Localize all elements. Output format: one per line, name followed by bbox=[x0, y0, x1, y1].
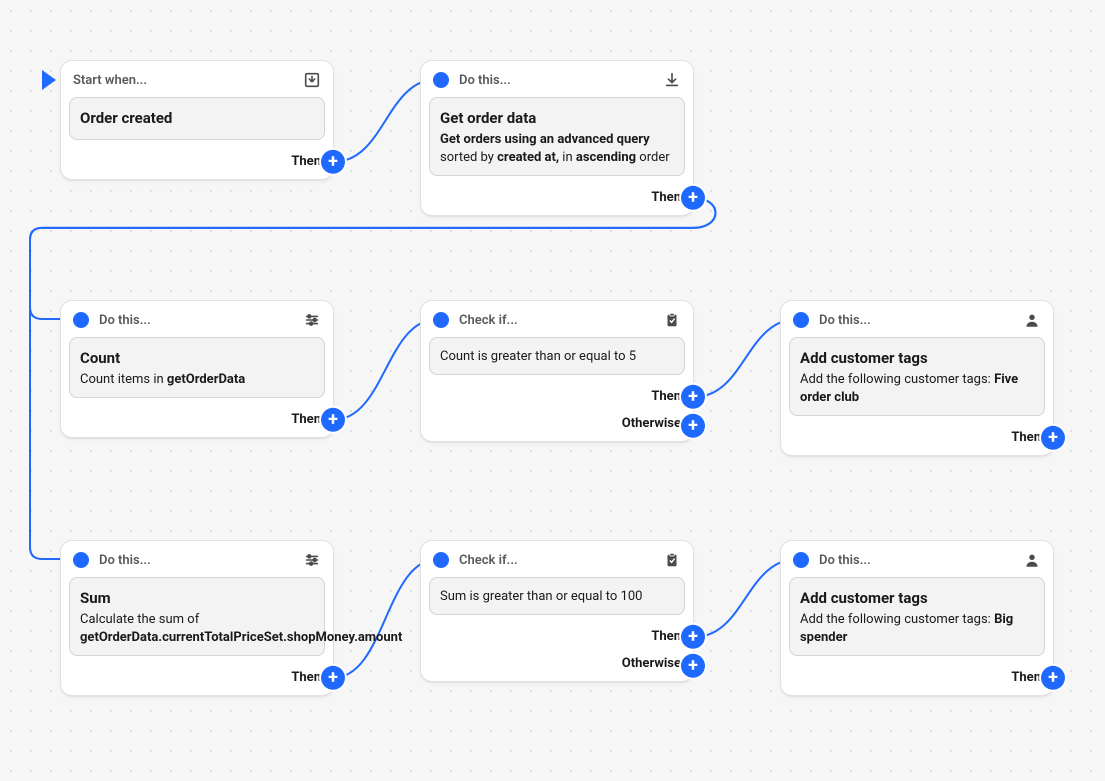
node-header: Do this... bbox=[61, 301, 333, 337]
add-step-button[interactable]: + bbox=[681, 625, 705, 649]
input-port bbox=[793, 312, 809, 328]
node-header-label: Check if... bbox=[459, 313, 653, 328]
node-header-label: Check if... bbox=[459, 553, 653, 568]
add-step-button[interactable]: + bbox=[681, 186, 705, 210]
sliders-icon bbox=[303, 551, 321, 569]
node-description: Count items in getOrderData bbox=[80, 371, 314, 389]
node-title: Get order data bbox=[440, 108, 674, 129]
input-port bbox=[433, 552, 449, 568]
node-description: Get orders using an advanced query sorte… bbox=[440, 131, 674, 167]
add-step-button[interactable]: + bbox=[681, 654, 705, 678]
flow-node-n5[interactable]: Do this... Add customer tagsAdd the follo… bbox=[780, 300, 1054, 456]
node-title: Order created bbox=[80, 108, 314, 129]
output-then: Then+ bbox=[421, 184, 693, 215]
sliders-icon bbox=[303, 311, 321, 329]
input-port bbox=[73, 552, 89, 568]
add-step-button[interactable]: + bbox=[321, 408, 345, 432]
node-body: Get order dataGet orders using an advanc… bbox=[429, 97, 685, 176]
node-header: Do this... bbox=[421, 61, 693, 97]
flow-node-n1[interactable]: Start when... Order created Then+ bbox=[60, 60, 334, 180]
add-step-button[interactable]: + bbox=[681, 385, 705, 409]
node-title: Count bbox=[80, 348, 314, 369]
input-port bbox=[433, 312, 449, 328]
node-header-label: Start when... bbox=[73, 73, 293, 88]
output-then: Then+ bbox=[421, 383, 693, 414]
input-port bbox=[73, 312, 89, 328]
node-title: Add customer tags bbox=[800, 588, 1034, 609]
import-icon bbox=[303, 71, 321, 89]
node-body: Sum is greater than or equal to 100 bbox=[429, 577, 685, 615]
play-icon bbox=[42, 70, 56, 90]
node-body: SumCalculate the sum of getOrderData.cur… bbox=[69, 577, 325, 656]
flow-node-n7[interactable]: Check if... Sum is greater than or equal … bbox=[420, 540, 694, 682]
add-step-button[interactable]: + bbox=[681, 414, 705, 438]
person-icon bbox=[1023, 311, 1041, 329]
node-description: Calculate the sum of getOrderData.curren… bbox=[80, 611, 314, 647]
node-text: Sum is greater than or equal to 100 bbox=[440, 588, 674, 606]
flow-node-n8[interactable]: Do this... Add customer tagsAdd the follo… bbox=[780, 540, 1054, 696]
node-header-label: Do this... bbox=[99, 553, 293, 568]
clipboard-icon bbox=[663, 311, 681, 329]
node-header: Do this... bbox=[781, 301, 1053, 337]
flow-node-n4[interactable]: Check if... Count is greater than or equa… bbox=[420, 300, 694, 442]
node-header: Check if... bbox=[421, 541, 693, 577]
node-description: Add the following customer tags: Five or… bbox=[800, 371, 1034, 407]
node-header: Start when... bbox=[61, 61, 333, 97]
node-text: Count is greater than or equal to 5 bbox=[440, 348, 674, 366]
download-icon bbox=[663, 71, 681, 89]
node-header-label: Do this... bbox=[99, 313, 293, 328]
node-body: Order created bbox=[69, 97, 325, 140]
node-body: Add customer tagsAdd the following custo… bbox=[789, 577, 1045, 656]
add-step-button[interactable]: + bbox=[321, 666, 345, 690]
input-port bbox=[793, 552, 809, 568]
output-then: Then+ bbox=[61, 148, 333, 179]
flow-canvas[interactable]: Start when...Order createdThen+Do this..… bbox=[0, 0, 1105, 781]
node-description: Add the following customer tags: Big spe… bbox=[800, 611, 1034, 647]
node-header: Do this... bbox=[61, 541, 333, 577]
node-body: Add customer tagsAdd the following custo… bbox=[789, 337, 1045, 416]
person-icon bbox=[1023, 551, 1041, 569]
node-title: Add customer tags bbox=[800, 348, 1034, 369]
add-step-button[interactable]: + bbox=[1041, 666, 1065, 690]
flow-node-n6[interactable]: Do this... SumCalculate the sum of getOrd… bbox=[60, 540, 334, 696]
add-step-button[interactable]: + bbox=[1041, 426, 1065, 450]
output-then: Then+ bbox=[61, 664, 333, 695]
node-title: Sum bbox=[80, 588, 314, 609]
node-body: Count is greater than or equal to 5 bbox=[429, 337, 685, 375]
output-otherwise: Otherwise+ bbox=[421, 654, 693, 681]
output-then: Then+ bbox=[421, 623, 693, 654]
flow-node-n3[interactable]: Do this... Count Count items in getOrderDa… bbox=[60, 300, 334, 438]
node-header: Check if... bbox=[421, 301, 693, 337]
output-then: Then+ bbox=[781, 424, 1053, 455]
node-body: Count Count items in getOrderData bbox=[69, 337, 325, 398]
node-header-label: Do this... bbox=[819, 553, 1013, 568]
add-step-button[interactable]: + bbox=[321, 150, 345, 174]
node-header-label: Do this... bbox=[819, 313, 1013, 328]
node-header: Do this... bbox=[781, 541, 1053, 577]
output-otherwise: Otherwise+ bbox=[421, 414, 693, 441]
node-header-label: Do this... bbox=[459, 73, 653, 88]
input-port bbox=[433, 72, 449, 88]
flow-node-n2[interactable]: Do this... Get order dataGet orders using… bbox=[420, 60, 694, 216]
clipboard-icon bbox=[663, 551, 681, 569]
output-then: Then+ bbox=[781, 664, 1053, 695]
output-then: Then+ bbox=[61, 406, 333, 437]
